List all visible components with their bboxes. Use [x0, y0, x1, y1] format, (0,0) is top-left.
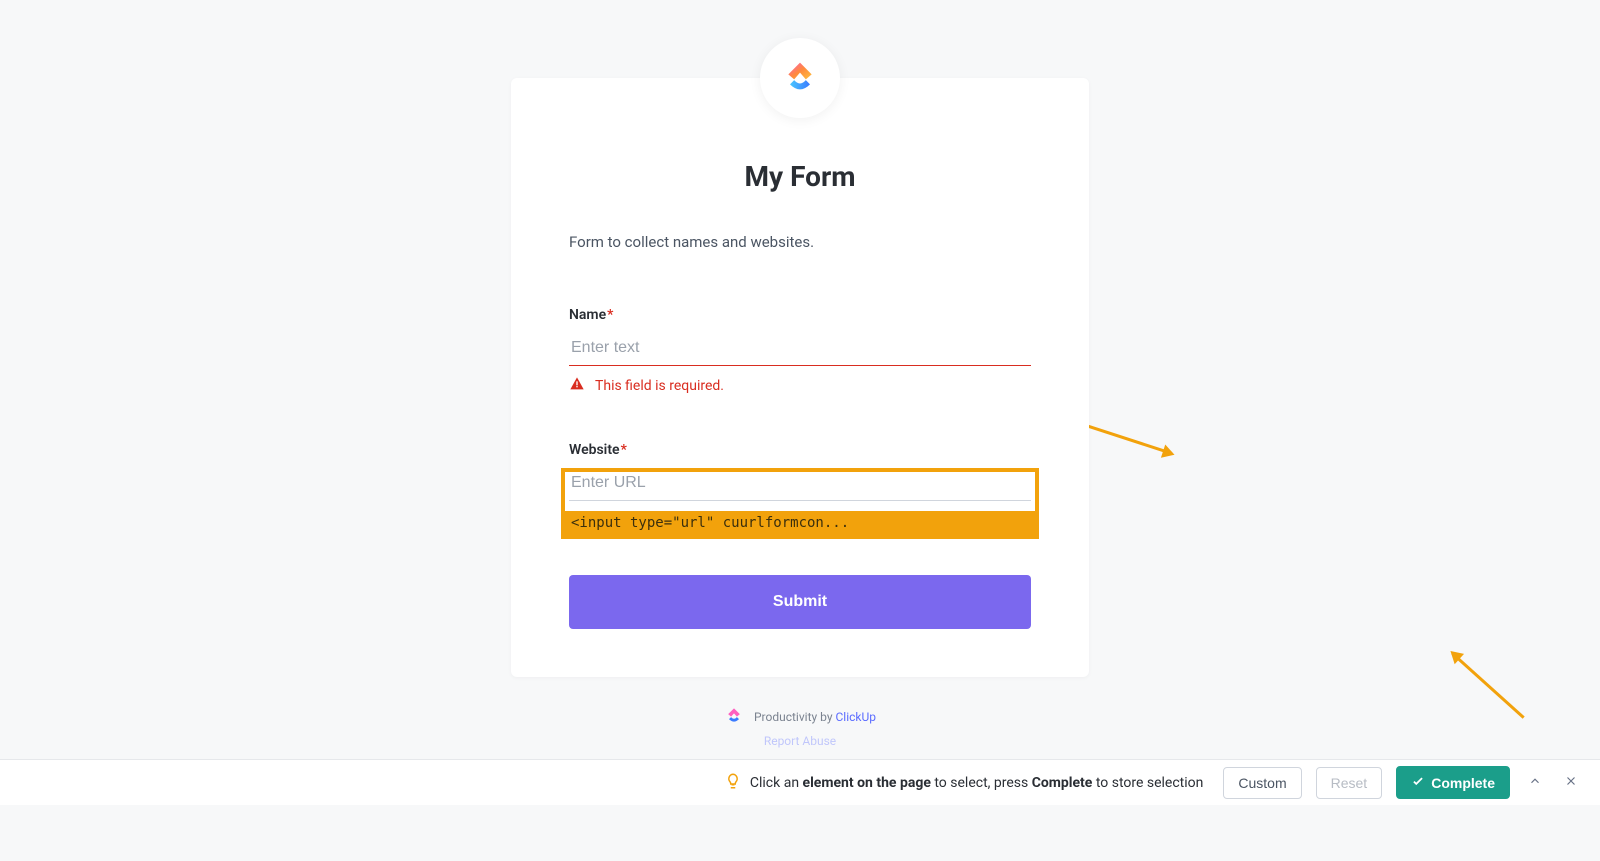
- field-website: Website* <input type="url" cuurlformcon.…: [569, 442, 1031, 501]
- name-label-text: Name: [569, 307, 606, 323]
- name-input[interactable]: [569, 333, 1031, 366]
- name-field-label: Name*: [569, 307, 1031, 323]
- form-footer: Productivity by ClickUp Report Abuse: [724, 705, 876, 748]
- clickup-logo-small-icon: [724, 705, 744, 728]
- check-icon: [1411, 774, 1425, 791]
- footer-brand-link[interactable]: ClickUp: [835, 710, 876, 724]
- hint-pre: Click an: [750, 775, 803, 791]
- hint-mid: to select, press: [931, 775, 1032, 791]
- hint-bold-2: Complete: [1032, 775, 1093, 791]
- brand-logo-badge: [760, 38, 840, 118]
- form-title: My Form: [569, 160, 1031, 193]
- complete-button[interactable]: Complete: [1396, 766, 1510, 799]
- selection-toolbar: Click an element on the page to select, …: [0, 759, 1600, 805]
- selection-tag: <input type="url" cuurlformcon...: [565, 511, 1035, 535]
- submit-button[interactable]: Submit: [569, 575, 1031, 629]
- hint-post: to store selection: [1092, 775, 1203, 791]
- website-input[interactable]: [569, 468, 1031, 501]
- required-asterisk: *: [621, 442, 627, 458]
- name-error-row: This field is required.: [569, 376, 1031, 396]
- chevron-up-icon: [1528, 774, 1542, 791]
- alert-icon: [569, 376, 585, 396]
- complete-button-label: Complete: [1431, 775, 1495, 791]
- required-asterisk: *: [607, 307, 613, 323]
- reset-button[interactable]: Reset: [1316, 767, 1383, 799]
- close-icon: [1564, 774, 1578, 791]
- custom-button[interactable]: Custom: [1223, 767, 1301, 799]
- report-abuse-link[interactable]: Report Abuse: [764, 734, 836, 748]
- toolbar-hint: Click an element on the page to select, …: [724, 772, 1204, 794]
- name-error-text: This field is required.: [595, 378, 724, 394]
- footer-prefix: Productivity by: [754, 710, 836, 724]
- expand-button[interactable]: [1524, 770, 1546, 795]
- website-field-label: Website*: [569, 442, 1031, 458]
- website-label-text: Website: [569, 442, 620, 458]
- form-description: Form to collect names and websites.: [569, 233, 1031, 251]
- close-button[interactable]: [1560, 770, 1582, 795]
- field-name: Name* This field is required.: [569, 307, 1031, 396]
- clickup-logo-icon: [780, 56, 820, 100]
- footer-productivity-text: Productivity by ClickUp: [754, 710, 876, 724]
- form-card: My Form Form to collect names and websit…: [511, 78, 1089, 677]
- lightbulb-icon: [724, 772, 742, 794]
- hint-bold-1: element on the page: [803, 775, 931, 791]
